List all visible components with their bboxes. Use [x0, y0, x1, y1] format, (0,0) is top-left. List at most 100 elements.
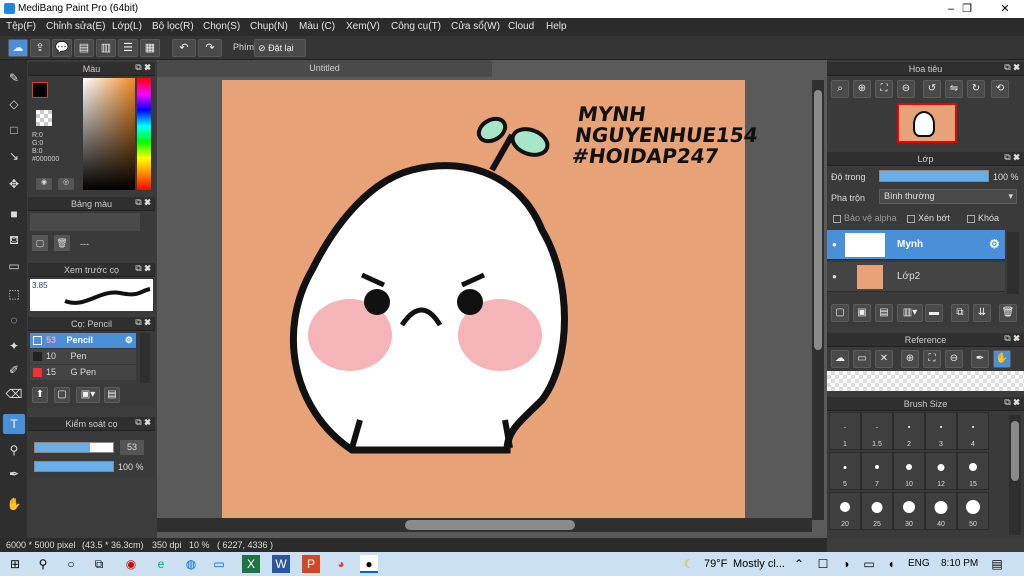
layer-row[interactable]: ● Lớp2 — [827, 262, 1005, 292]
palette-area[interactable] — [30, 213, 140, 231]
brush-size-value[interactable]: 53 — [120, 440, 144, 455]
brush-size-slider[interactable] — [34, 442, 114, 453]
speech-icon[interactable]: ▤ — [74, 39, 94, 57]
redo-icon[interactable]: ↷ — [198, 39, 222, 57]
horizontal-scrollbar[interactable] — [157, 518, 812, 532]
menu-select[interactable]: Chọn(S) — [203, 21, 240, 32]
add-brush-icon[interactable]: ⬆ — [32, 387, 48, 403]
brush-item-pencil[interactable]: 53 Pencil ⚙ — [30, 333, 136, 348]
panel-controls-icon[interactable]: ⧉ ✖ — [1004, 333, 1020, 344]
excel-icon[interactable]: X — [242, 555, 260, 573]
visibility-eye-icon[interactable]: ● — [832, 240, 837, 249]
wifi-icon[interactable]: ◗ — [838, 555, 856, 573]
brush-property-icon[interactable]: ▤ — [104, 387, 120, 403]
transparent-swatch[interactable] — [36, 110, 52, 126]
rotate-left-icon[interactable]: ↺ — [923, 80, 941, 98]
lasso-tool-icon[interactable]: ◌ — [3, 310, 25, 330]
blend-mode-select[interactable]: Bình thường ▾ — [879, 189, 1017, 204]
comment-icon[interactable]: 💬 — [52, 39, 72, 57]
layer-list-scrollbar[interactable] — [1007, 232, 1019, 294]
select-eraser-tool-icon[interactable]: ⌫ — [3, 384, 25, 404]
menu-view[interactable]: Xem(V) — [346, 21, 380, 32]
new-brush-icon[interactable]: ▢ — [54, 387, 70, 403]
clock[interactable]: 8:10 PM — [941, 558, 978, 569]
fill-rect-tool-icon[interactable]: ■ — [3, 204, 25, 224]
delete-layer-icon[interactable]: 🗑 — [999, 304, 1017, 322]
medibang-taskbar-icon[interactable]: ● — [360, 555, 378, 573]
new-halftone-layer-icon[interactable]: ▤ — [875, 304, 893, 322]
color-swap-icon[interactable]: ◎ — [58, 178, 74, 190]
grid-icon[interactable]: ▦ — [140, 39, 160, 57]
add-layer-menu-icon[interactable]: ▥▾ — [897, 304, 923, 322]
open-reference-icon[interactable]: ▭ — [853, 350, 871, 368]
menu-edit[interactable]: Chỉnh sửa(E) — [46, 21, 106, 32]
brush-size-cell[interactable]: 15 — [957, 452, 989, 490]
protect-alpha-checkbox[interactable]: Bảo vệ alpha — [833, 213, 897, 223]
browser-icon[interactable]: ◍ — [182, 555, 200, 573]
visibility-eye-icon[interactable]: ● — [832, 272, 837, 281]
brush-settings-icon[interactable]: ⚙ — [125, 333, 133, 348]
maximize-button[interactable]: ❐ — [952, 0, 982, 18]
brush-size-cell[interactable]: 5 — [829, 452, 861, 490]
language-indicator[interactable]: ENG — [908, 558, 930, 569]
move-tool-icon[interactable]: ✥ — [3, 174, 25, 194]
panel-controls-icon[interactable]: ⧉ ✖ — [1004, 152, 1020, 163]
brush-size-cell[interactable]: 40 — [925, 492, 957, 530]
reset-view-icon[interactable]: ⟲ — [991, 80, 1009, 98]
menu-layer[interactable]: Lớp(L) — [112, 21, 142, 32]
panel-controls-icon[interactable]: ⧉ ✖ — [135, 197, 151, 208]
brush-size-cell[interactable]: 7 — [861, 452, 893, 490]
list-icon[interactable]: ☰ — [118, 39, 138, 57]
bucket-tool-icon[interactable]: ⛾ — [3, 230, 25, 250]
fit-window-icon[interactable]: ⛶ — [875, 80, 893, 98]
cortana-icon[interactable]: ○ — [62, 555, 80, 573]
menu-tools[interactable]: Công cụ(T) — [391, 21, 441, 32]
reference-fit-icon[interactable]: ⛶ — [923, 350, 941, 368]
search-icon[interactable]: ⚲ — [34, 555, 52, 573]
task-view-icon[interactable]: ⧉ — [90, 555, 108, 573]
eraser-tool-icon[interactable]: ◇ — [3, 94, 25, 114]
gradient-tool-icon[interactable]: ▭ — [3, 256, 25, 276]
brush-size-cell[interactable]: 25 — [861, 492, 893, 530]
monitor-icon[interactable]: ▭ — [210, 555, 228, 573]
hue-slider[interactable] — [137, 78, 151, 190]
zoom-out-icon[interactable]: ⊖ — [897, 80, 915, 98]
zoom-in-icon[interactable]: ⊕ — [853, 80, 871, 98]
layer-settings-icon[interactable]: ⚙ — [989, 237, 1000, 251]
hand-tool-icon[interactable]: ✋ — [3, 494, 25, 514]
menu-capture[interactable]: Chụp(N) — [250, 21, 288, 32]
menu-color[interactable]: Màu (C) — [299, 21, 335, 32]
page-icon[interactable]: ▥ — [96, 39, 116, 57]
brush-size-cell[interactable]: 3 — [925, 412, 957, 450]
navigator-thumbnail[interactable] — [897, 103, 957, 143]
reference-view[interactable] — [827, 371, 1024, 391]
delete-palette-icon[interactable]: 🗑 — [54, 235, 70, 251]
rotate-right-icon[interactable]: ↻ — [967, 80, 985, 98]
lock-checkbox[interactable]: Khóa — [967, 213, 999, 223]
windows-start-icon[interactable]: ⊞ — [6, 555, 24, 573]
color-mode-icon[interactable]: ◉ — [36, 178, 52, 190]
duplicate-layer-icon[interactable]: ⧉ — [951, 304, 969, 322]
saturation-value-picker[interactable] — [83, 78, 135, 190]
brush-size-scrollbar[interactable] — [1009, 415, 1021, 535]
panel-controls-icon[interactable]: ⧉ ✖ — [1004, 62, 1020, 73]
brush-size-cell[interactable]: 50 — [957, 492, 989, 530]
layer-row[interactable]: ● Mynh ⚙ — [827, 230, 1005, 260]
panel-controls-icon[interactable]: ⧉ ✖ — [135, 317, 151, 328]
vertical-scrollbar[interactable] — [812, 80, 824, 520]
new-layer-icon[interactable]: ▢ — [831, 304, 849, 322]
foreground-color-swatch[interactable] — [32, 82, 48, 98]
network-icon[interactable]: ☐ — [814, 555, 832, 573]
brush-item-gpen[interactable]: 15 G Pen — [30, 365, 136, 380]
brush-opacity-slider[interactable] — [34, 461, 114, 472]
close-reference-icon[interactable]: ✕ — [875, 350, 893, 368]
undo-icon[interactable]: ↶ — [172, 39, 196, 57]
new-color-layer-icon[interactable]: ▣ — [853, 304, 871, 322]
brush-size-cell[interactable]: 20 — [829, 492, 861, 530]
select-tool-icon[interactable]: ⬚ — [3, 284, 25, 304]
reset-button[interactable]: ⊘ Đặt lại — [254, 39, 306, 57]
notification-icon[interactable]: ▤ — [988, 555, 1006, 573]
brush-size-cell[interactable]: 4 — [957, 412, 989, 450]
zoom-fit-icon[interactable]: ⌕ — [831, 80, 849, 98]
brush-item-pen[interactable]: 10 Pen — [30, 349, 136, 364]
